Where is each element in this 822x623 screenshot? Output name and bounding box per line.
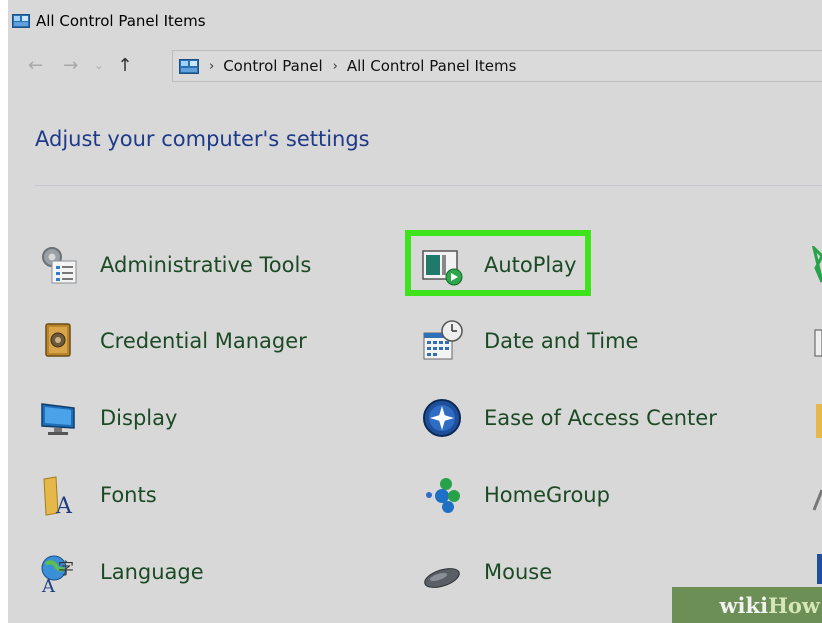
fonts-icon: A (36, 473, 80, 517)
mouse-icon (420, 550, 464, 594)
item-label: Credential Manager (100, 329, 307, 353)
item-date-and-time[interactable]: Date and Time (420, 316, 638, 366)
partial-item-icon (816, 404, 822, 438)
control-panel-window: All Control Panel Items ← → ⌄ ↑ › Contro… (8, 0, 822, 623)
address-field[interactable]: › Control Panel › All Control Panel Item… (172, 50, 822, 82)
partial-item-icon (817, 554, 822, 584)
window-title: All Control Panel Items (36, 12, 206, 30)
item-administrative-tools[interactable]: Administrative Tools (36, 240, 311, 290)
item-display[interactable]: Display (36, 393, 177, 443)
item-label: Mouse (484, 560, 553, 584)
item-label: Fonts (100, 483, 157, 507)
breadcrumb-separator: › (332, 58, 338, 74)
item-label: Language (100, 560, 204, 584)
item-language[interactable]: 字 A Language (36, 547, 204, 597)
partial-item-icon (814, 329, 822, 357)
breadcrumb-all-items[interactable]: All Control Panel Items (347, 57, 517, 75)
breadcrumb-control-panel[interactable]: Control Panel (223, 57, 322, 75)
svg-text:字: 字 (58, 559, 74, 578)
homegroup-icon (420, 473, 464, 517)
item-fonts[interactable]: A Fonts (36, 470, 157, 520)
control-panel-icon (179, 58, 199, 74)
watermark-text: How (768, 592, 820, 618)
item-label: Display (100, 406, 178, 430)
svg-text:A: A (41, 576, 56, 594)
item-label: HomeGroup (484, 483, 610, 507)
item-mouse[interactable]: Mouse (420, 547, 552, 597)
item-credential-manager[interactable]: Credential Manager (36, 316, 307, 366)
heading-divider (35, 185, 822, 186)
ease-of-access-icon (420, 396, 464, 440)
forward-button[interactable]: → (63, 55, 78, 76)
credential-manager-icon (36, 319, 80, 363)
recent-locations-dropdown[interactable]: ⌄ (94, 59, 103, 72)
address-bar: ← → ⌄ ↑ › Control Panel › All Control Pa… (8, 44, 822, 86)
display-icon (36, 396, 80, 440)
svg-text:A: A (55, 494, 73, 517)
language-icon: 字 A (36, 550, 80, 594)
partial-item-icon (812, 489, 822, 511)
item-ease-of-access-center[interactable]: Ease of Access Center (420, 393, 717, 443)
item-label: Administrative Tools (100, 253, 312, 277)
date-time-icon (420, 319, 464, 363)
title-bar: All Control Panel Items (8, 0, 822, 42)
item-label: Date and Time (484, 329, 639, 353)
item-label: Ease of Access Center (484, 406, 717, 430)
item-homegroup[interactable]: HomeGroup (420, 470, 610, 520)
partial-item-icon (812, 246, 822, 283)
autoplay-highlight (405, 230, 591, 296)
up-button[interactable]: ↑ (117, 55, 132, 76)
wikihow-watermark: wiki How (672, 587, 822, 623)
watermark-text: wiki (719, 592, 769, 618)
back-button[interactable]: ← (28, 55, 43, 76)
page-heading: Adjust your computer's settings (35, 127, 370, 151)
control-panel-icon (12, 14, 30, 28)
breadcrumb-separator: › (209, 58, 215, 74)
admin-tools-icon (36, 243, 80, 287)
